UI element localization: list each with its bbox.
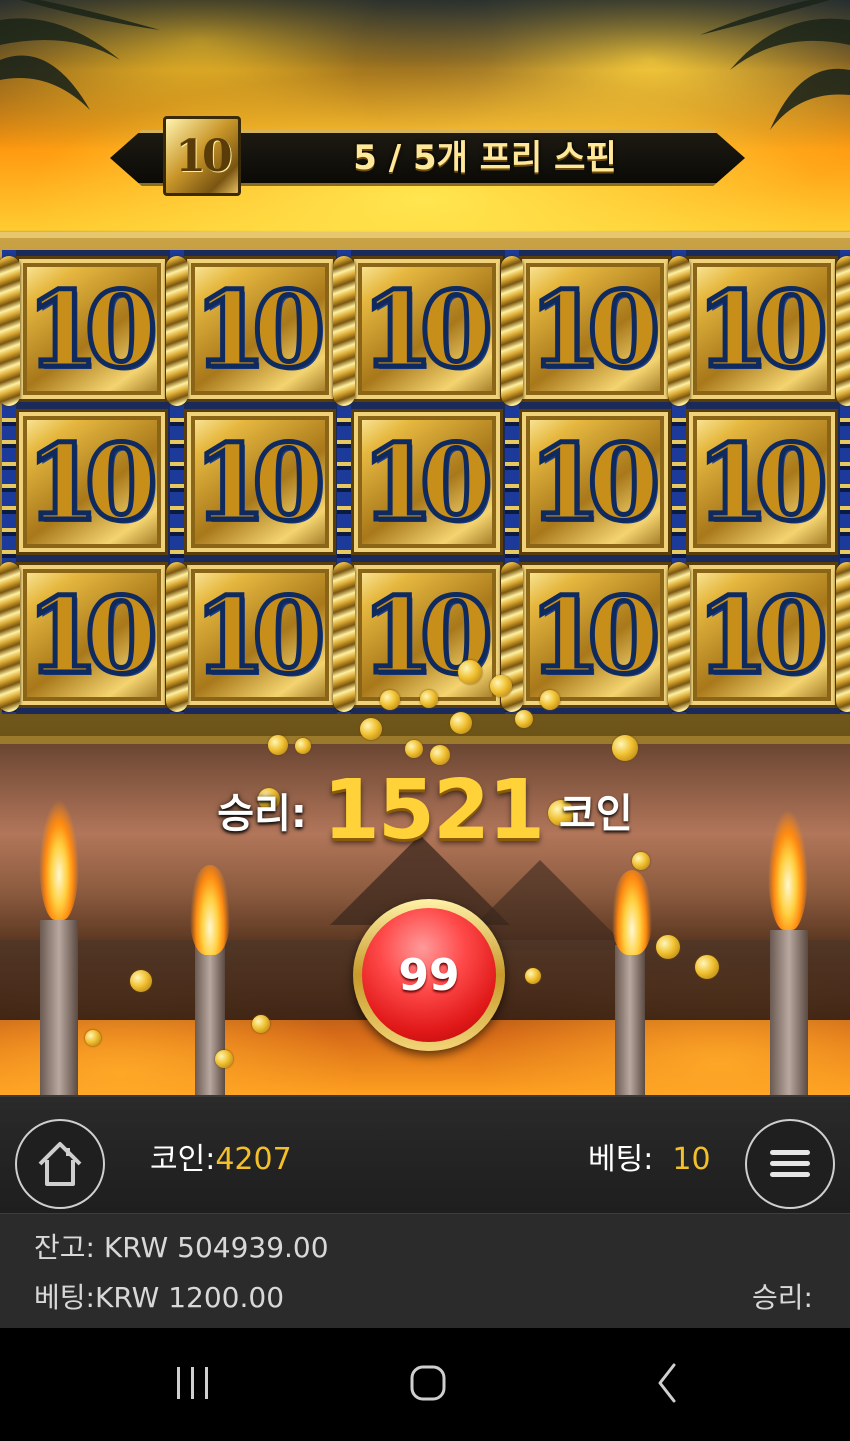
gold-coin (252, 1015, 270, 1033)
recents-icon (177, 1367, 208, 1399)
serpent-rope-ornament (333, 562, 355, 712)
gold-coin (695, 955, 719, 979)
banner-symbol-badge: 10 (163, 116, 241, 196)
gold-coin (85, 1030, 101, 1046)
remaining-spins-count: 99 (398, 949, 460, 1001)
win-label: 승리: (217, 791, 307, 837)
symbol-text: 10 (527, 265, 663, 393)
coins-label: 코인: (150, 1142, 216, 1177)
symbol-text: 10 (527, 571, 663, 699)
total-bet-label: 베팅: (34, 1281, 95, 1314)
balance-value: KRW 504939.00 (103, 1231, 329, 1264)
ten-symbol: 10 (351, 562, 503, 708)
spin-button-face[interactable]: 99 (362, 908, 496, 1042)
ten-symbol: 10 (351, 409, 503, 555)
home-icon (38, 1142, 82, 1186)
system-home-icon (410, 1365, 446, 1401)
gold-coin (130, 970, 152, 992)
symbol-text: 10 (24, 265, 160, 393)
gold-coin (215, 1050, 233, 1068)
gold-coin (380, 690, 400, 710)
torch-pillar (770, 930, 808, 1095)
gold-coin (540, 690, 560, 710)
ten-symbol: 10 (183, 562, 336, 708)
gold-coin (525, 968, 541, 984)
ten-symbol: 10 (686, 256, 838, 402)
ten-symbol: 10 (518, 409, 671, 555)
ten-symbol: 10 (518, 256, 671, 402)
ten-symbol: 10 (183, 409, 336, 555)
torch-flame (190, 865, 230, 955)
serpent-rope-ornament (165, 256, 188, 406)
back-icon (658, 1363, 676, 1403)
symbol-text: 10 (24, 571, 160, 699)
symbol-text: 10 (24, 418, 160, 546)
symbol-text: 10 (527, 418, 663, 546)
banner-badge-text: 10 (175, 130, 232, 182)
win-unit: 코인 (559, 791, 633, 837)
serpent-rope-ornament (500, 256, 523, 406)
torch-flame (612, 870, 652, 955)
symbol-text: 10 (359, 265, 495, 393)
ten-symbol: 10 (183, 256, 336, 402)
hamburger-menu-icon (770, 1150, 810, 1177)
gold-coin (458, 660, 482, 684)
menu-button[interactable] (745, 1119, 835, 1209)
palm-leaves-right (700, 0, 850, 130)
gold-coin (515, 710, 533, 728)
serpent-rope-ornament (0, 562, 20, 712)
serpent-rope-ornament (0, 256, 20, 406)
symbol-text: 10 (192, 418, 328, 546)
ten-symbol: 10 (16, 256, 168, 402)
serpent-rope-ornament (835, 562, 850, 712)
torch-pillar (40, 920, 78, 1095)
ten-symbol: 10 (16, 409, 168, 555)
ten-symbol: 10 (686, 562, 838, 708)
gold-coin (420, 690, 438, 708)
balance-label: 잔고: (34, 1231, 95, 1264)
balance-display: 잔고: KRW 504939.00 (34, 1228, 329, 1268)
torch-pillar (615, 945, 645, 1095)
symbol-text: 10 (192, 265, 328, 393)
ten-symbol: 10 (686, 409, 838, 555)
back-button[interactable] (640, 1355, 696, 1411)
total-bet-value: KRW 1200.00 (94, 1281, 285, 1314)
win-display: 승리: 1521 코인 (0, 750, 850, 870)
gold-coin (360, 718, 382, 740)
coins-display: 코인:4207 (150, 1138, 292, 1182)
home-button[interactable] (15, 1119, 105, 1209)
serpent-rope-ornament (835, 256, 850, 406)
spin-button[interactable]: 99 (353, 899, 505, 1051)
free-spins-counter: 5 / 5개 프리 스핀 (353, 138, 617, 178)
palm-leaves-left (0, 0, 160, 110)
symbol-text: 10 (694, 418, 830, 546)
torch-pillar (195, 945, 225, 1095)
serpent-rope-ornament (165, 562, 188, 712)
coins-value: 4207 (215, 1142, 292, 1177)
bet-display[interactable]: 베팅: 10 (588, 1138, 711, 1182)
gold-coin (490, 675, 512, 697)
control-bar (0, 1095, 850, 1213)
ten-symbol: 10 (351, 256, 503, 402)
serpent-rope-ornament (333, 256, 355, 406)
serpent-rope-ornament (668, 256, 690, 406)
gold-coin (450, 712, 472, 734)
bet-label: 베팅: (588, 1142, 654, 1177)
bet-value: 10 (672, 1142, 711, 1177)
symbol-text: 10 (694, 265, 830, 393)
total-win-display: 승리: (752, 1278, 813, 1318)
ten-symbol: 10 (518, 562, 671, 708)
gold-coin (656, 935, 680, 959)
symbol-text: 10 (359, 418, 495, 546)
serpent-rope-ornament (668, 562, 690, 712)
ten-symbol: 10 (16, 562, 168, 708)
symbol-text: 10 (694, 571, 830, 699)
win-amount: 1521 (322, 762, 545, 858)
system-home-button[interactable] (400, 1355, 456, 1411)
symbol-text: 10 (192, 571, 328, 699)
total-bet-display: 베팅:KRW 1200.00 (34, 1278, 284, 1318)
total-win-label: 승리: (752, 1281, 813, 1314)
recents-button[interactable] (165, 1355, 221, 1411)
